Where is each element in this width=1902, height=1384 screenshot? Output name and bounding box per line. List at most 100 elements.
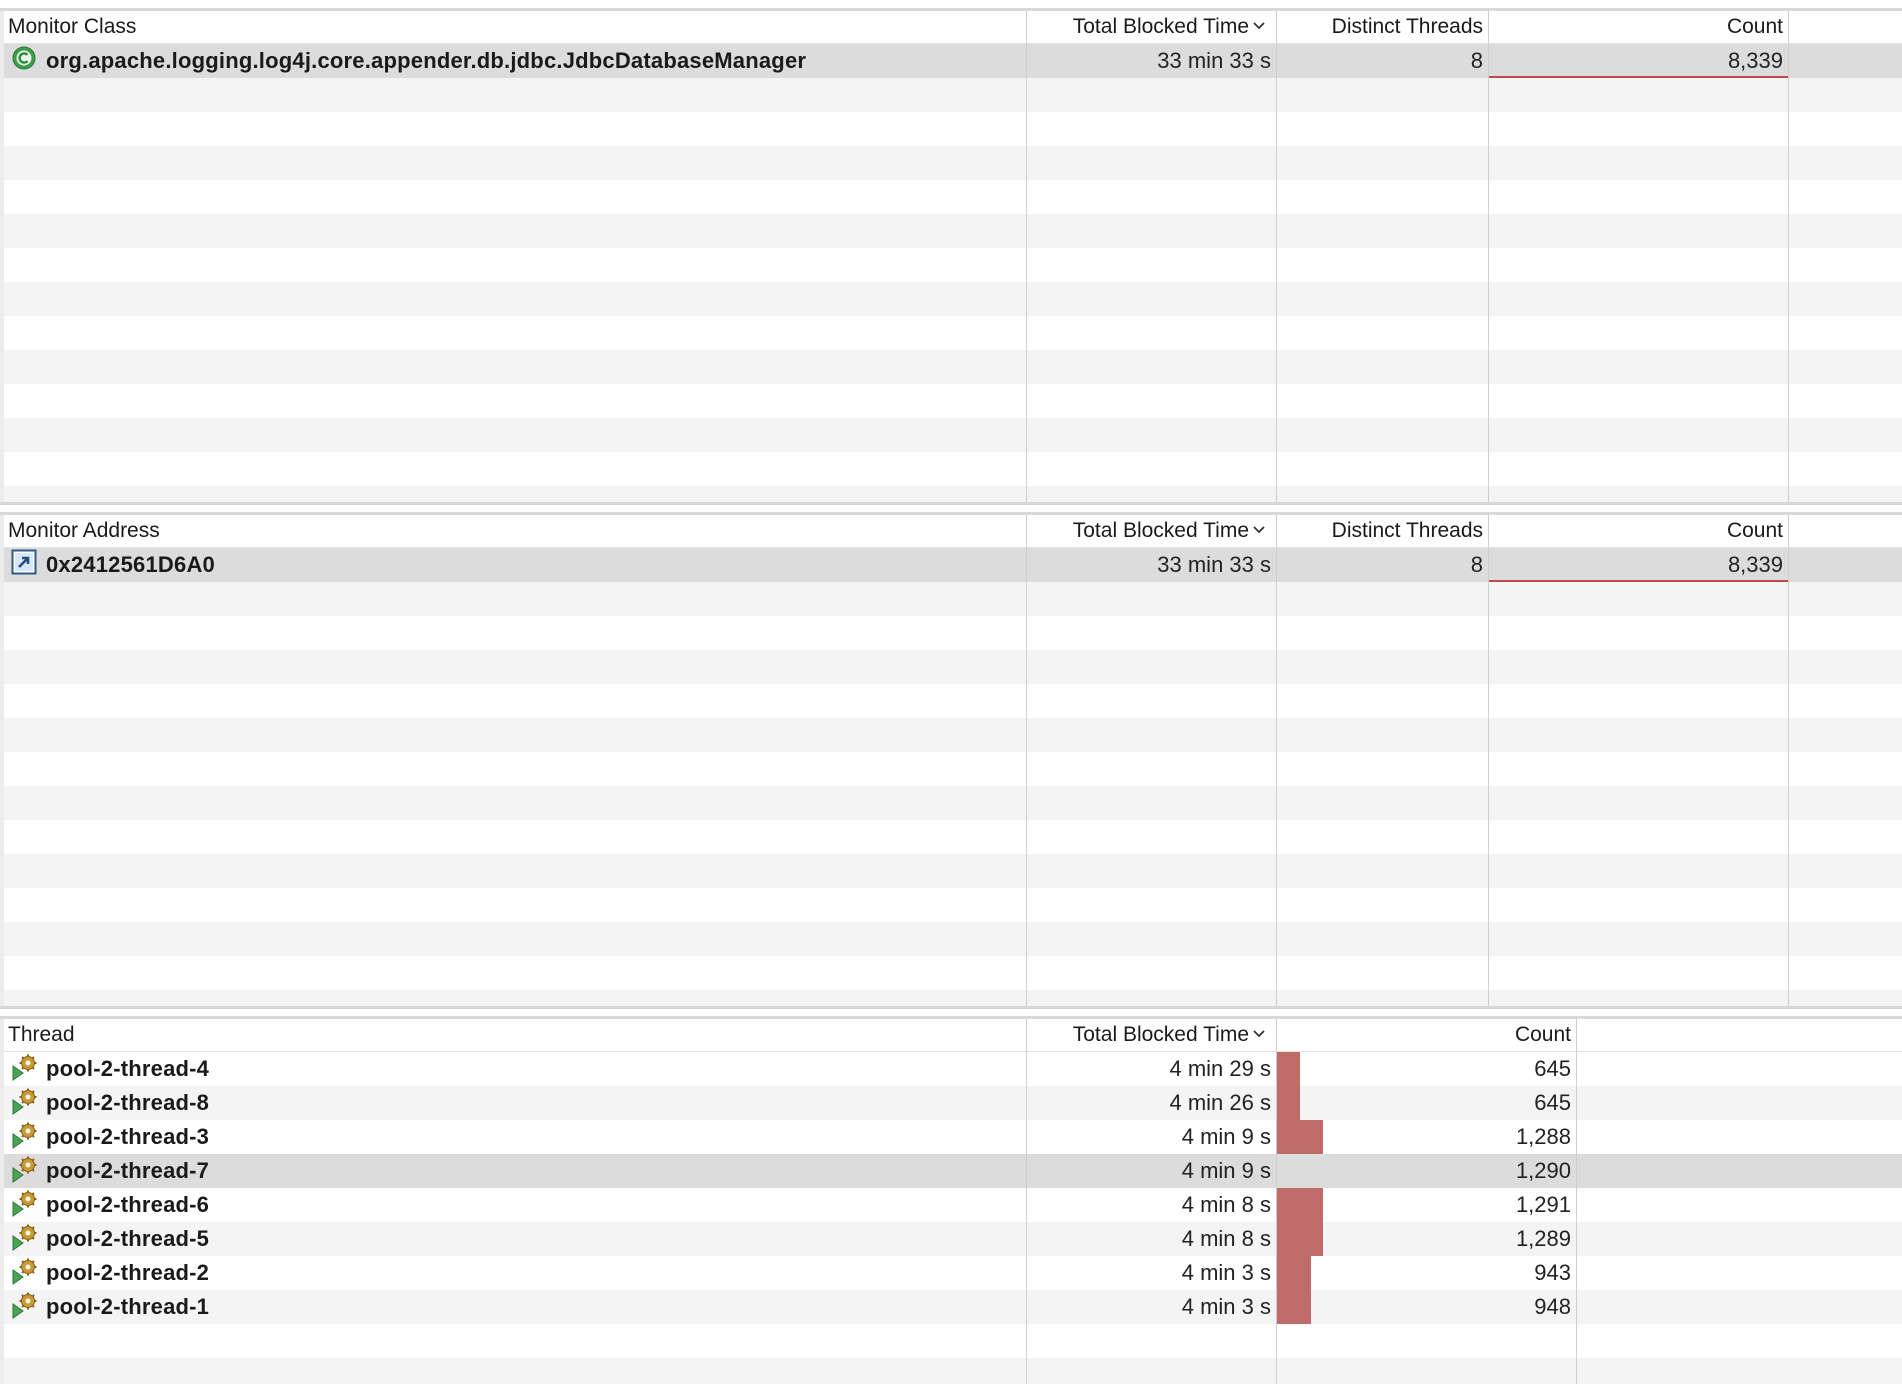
empty-table-row [0, 486, 1902, 502]
thread-row[interactable]: pool-2-thread-4 4 min 29 s 645 [0, 1052, 1902, 1086]
column-header-monitor-address[interactable]: Monitor Address [0, 515, 1026, 547]
column-divider[interactable] [1576, 1019, 1577, 1384]
count-cell: 8,339 [1727, 48, 1783, 73]
empty-table-row [0, 582, 1902, 616]
thread-name: pool-2-thread-6 [46, 1192, 210, 1217]
sort-descending-icon [1253, 526, 1265, 534]
thread-name: pool-2-thread-7 [46, 1158, 210, 1183]
count-cell: 1,289 [1515, 1226, 1571, 1251]
thread-row[interactable]: pool-2-thread-7 4 min 9 s 1,290 [0, 1154, 1902, 1188]
column-header-count[interactable]: Count [1276, 1019, 1576, 1051]
column-header-total-blocked-time[interactable]: Total Blocked Time [1026, 11, 1276, 43]
empty-table-row [0, 350, 1902, 384]
total-blocked-time-cell: 4 min 9 s [1181, 1124, 1271, 1149]
column-header-label: Total Blocked Time [1072, 15, 1249, 38]
count-cell: 1,290 [1515, 1158, 1571, 1183]
empty-table-row [0, 956, 1902, 990]
column-header-label: Total Blocked Time [1072, 519, 1249, 542]
distinct-threads-cell: 8 [1470, 48, 1483, 73]
column-divider[interactable] [1026, 11, 1027, 502]
empty-table-row [0, 214, 1902, 248]
total-blocked-time-cell: 4 min 9 s [1181, 1158, 1271, 1183]
empty-table-row [0, 316, 1902, 350]
column-header-count[interactable]: Count [1488, 11, 1788, 43]
thread-row[interactable]: pool-2-thread-3 4 min 9 s 1,288 [0, 1120, 1902, 1154]
thread-row[interactable]: pool-2-thread-2 4 min 3 s 943 [0, 1256, 1902, 1290]
empty-table-row [0, 820, 1902, 854]
thread-name: pool-2-thread-2 [46, 1260, 210, 1285]
thread-row[interactable]: pool-2-thread-6 4 min 8 s 1,291 [0, 1188, 1902, 1222]
column-divider[interactable] [1026, 515, 1027, 1006]
total-blocked-time-cell: 4 min 3 s [1181, 1294, 1271, 1319]
column-divider[interactable] [1488, 11, 1489, 502]
column-header-label: Total Blocked Time [1072, 1023, 1249, 1046]
panel-left-edge [0, 11, 4, 502]
thread-name: pool-2-thread-3 [46, 1124, 210, 1149]
column-divider[interactable] [1488, 515, 1489, 1006]
column-header-total-blocked-time[interactable]: Total Blocked Time [1026, 1019, 1276, 1051]
column-header-distinct-threads[interactable]: Distinct Threads [1276, 515, 1488, 547]
thread-name: pool-2-thread-8 [46, 1090, 210, 1115]
table-row[interactable]: org.apache.logging.log4j.core.appender.d… [0, 44, 1902, 78]
count-cell: 948 [1534, 1294, 1571, 1319]
table-header: Monitor Address Total Blocked Time Disti… [0, 515, 1902, 548]
column-header-total-blocked-time[interactable]: Total Blocked Time [1026, 515, 1276, 547]
column-divider[interactable] [1026, 1019, 1027, 1384]
empty-table-row [0, 990, 1902, 1006]
row-name: 0x2412561D6A0 [46, 552, 215, 577]
empty-table-row [0, 78, 1902, 112]
column-divider[interactable] [1276, 1019, 1277, 1384]
empty-table-row [0, 684, 1902, 718]
count-cell: 645 [1534, 1056, 1571, 1081]
empty-table-row [0, 1358, 1902, 1384]
column-divider[interactable] [1276, 515, 1277, 1006]
column-divider[interactable] [1788, 11, 1789, 502]
empty-table-row [0, 248, 1902, 282]
thread-name: pool-2-thread-1 [46, 1294, 210, 1319]
empty-table-row [0, 418, 1902, 452]
column-divider[interactable] [1276, 11, 1277, 502]
thread-row[interactable]: pool-2-thread-1 4 min 3 s 948 [0, 1290, 1902, 1324]
empty-table-row [0, 752, 1902, 786]
distinct-threads-cell: 8 [1470, 552, 1483, 577]
total-blocked-time-cell: 4 min 29 s [1169, 1056, 1272, 1081]
empty-table-row [0, 718, 1902, 752]
empty-table-row [0, 786, 1902, 820]
monitor-address-panel: Monitor Address Total Blocked Time Disti… [0, 512, 1902, 1009]
total-blocked-time-cell: 4 min 8 s [1181, 1226, 1271, 1251]
count-cell: 8,339 [1727, 552, 1783, 577]
empty-table-row [0, 452, 1902, 486]
table-row[interactable]: 0x2412561D6A0 33 min 33 s 8 8,339 [0, 548, 1902, 582]
empty-table-row [0, 112, 1902, 146]
table-header: Monitor Class Total Blocked Time Distinc… [0, 11, 1902, 44]
thread-row[interactable]: pool-2-thread-5 4 min 8 s 1,289 [0, 1222, 1902, 1256]
column-divider[interactable] [1788, 515, 1789, 1006]
column-header-thread[interactable]: Thread [0, 1019, 1026, 1051]
count-cell: 1,288 [1515, 1124, 1571, 1149]
total-blocked-time-cell: 33 min 33 s [1157, 48, 1271, 73]
empty-table-row [0, 180, 1902, 214]
total-blocked-time-cell: 4 min 26 s [1169, 1090, 1272, 1115]
empty-table-row [0, 650, 1902, 684]
thread-panel: Thread Total Blocked Time Count pool-2-t… [0, 1016, 1902, 1384]
monitor-class-panel: Monitor Class Total Blocked Time Distinc… [0, 8, 1902, 505]
empty-table-row [0, 922, 1902, 956]
sort-descending-icon [1253, 22, 1265, 30]
panel-left-edge [0, 515, 4, 1006]
sort-descending-icon [1253, 1030, 1265, 1038]
panel-left-edge [0, 1019, 4, 1384]
table-header: Thread Total Blocked Time Count [0, 1019, 1902, 1052]
empty-table-row [0, 616, 1902, 650]
column-header-monitor-class[interactable]: Monitor Class [0, 11, 1026, 43]
empty-table-row [0, 146, 1902, 180]
column-header-count[interactable]: Count [1488, 515, 1788, 547]
count-cell: 645 [1534, 1090, 1571, 1115]
thread-name: pool-2-thread-4 [46, 1056, 210, 1081]
empty-table-row [0, 282, 1902, 316]
thread-name: pool-2-thread-5 [46, 1226, 210, 1251]
total-blocked-time-cell: 4 min 8 s [1181, 1192, 1271, 1217]
total-blocked-time-cell: 4 min 3 s [1181, 1260, 1271, 1285]
thread-row[interactable]: pool-2-thread-8 4 min 26 s 645 [0, 1086, 1902, 1120]
count-cell: 1,291 [1515, 1192, 1571, 1217]
column-header-distinct-threads[interactable]: Distinct Threads [1276, 11, 1488, 43]
